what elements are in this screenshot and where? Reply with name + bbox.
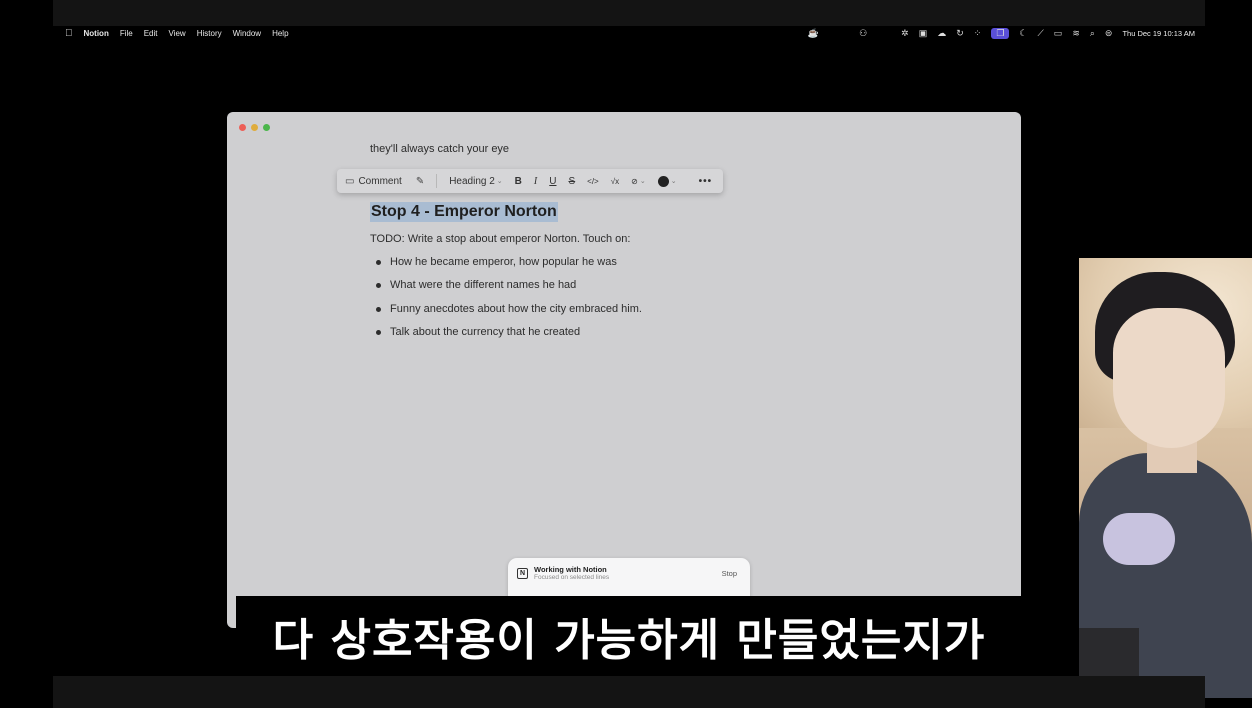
format-toolbar: ▭ Comment ✎ Heading 2 ⌄ B I U S </> √x ⊘…	[337, 169, 723, 193]
screen-share-icon[interactable]: ❐	[991, 28, 1010, 39]
webcam-overlay	[1079, 258, 1252, 698]
ai-edit-button[interactable]: ✎	[410, 176, 428, 187]
strikethrough-button[interactable]: S	[568, 176, 575, 187]
top-letterbox	[53, 0, 1205, 26]
link-icon[interactable]: ⊘	[631, 177, 638, 186]
comment-button[interactable]: ▭ Comment	[345, 176, 402, 187]
list-item[interactable]: How he became emperor, how popular he wa…	[375, 254, 642, 277]
list-item[interactable]: Talk about the currency that he created	[375, 324, 642, 347]
window-controls	[239, 124, 275, 131]
todo-paragraph[interactable]: TODO: Write a stop about emperor Norton.…	[370, 233, 630, 245]
video-caption: 다 상호작용이 가능하게 만들었는지가	[236, 596, 1022, 676]
menu-view[interactable]: View	[169, 29, 186, 38]
notion-logo-icon: N	[517, 568, 528, 579]
equation-button[interactable]: √x	[611, 177, 619, 186]
wifi-icon[interactable]: ≋	[1072, 28, 1080, 39]
menu-bar:  Notion File Edit View History Window H…	[53, 26, 1205, 41]
refresh-icon[interactable]: ↻	[956, 28, 964, 39]
cloud-icon[interactable]: ☁	[937, 28, 946, 39]
ai-panel-title: Working with Notion	[534, 565, 607, 574]
coffee-icon[interactable]: ☕	[808, 28, 819, 39]
chevron-down-icon: ⌄	[496, 178, 503, 185]
webcam-person-hands	[1103, 513, 1175, 565]
apple-icon[interactable]: 	[65, 28, 73, 39]
grid-icon[interactable]: ⁘	[974, 28, 982, 39]
webcam-person-face	[1113, 308, 1225, 448]
block-type-label: Heading 2	[449, 175, 495, 187]
menu-app-name[interactable]: Notion	[84, 29, 109, 38]
menu-edit[interactable]: Edit	[144, 29, 158, 38]
bullet-list: How he became emperor, how popular he wa…	[375, 254, 642, 347]
color-chevron-icon[interactable]: ⌄	[671, 177, 677, 185]
stop-button[interactable]: Stop	[722, 569, 737, 578]
control-center-icon[interactable]: ⊜	[1105, 28, 1113, 39]
comment-label: Comment	[358, 175, 402, 187]
italic-button[interactable]: I	[534, 176, 537, 187]
notion-icon[interactable]: ▣	[919, 28, 928, 39]
battery-icon[interactable]: ▭	[1054, 28, 1063, 39]
notion-window: they'll always catch your eye ▭ Comment …	[227, 112, 1021, 628]
search-icon[interactable]: ⌕	[1090, 28, 1095, 39]
previous-text-line[interactable]: they'll always catch your eye	[370, 143, 509, 155]
code-button[interactable]: </>	[587, 177, 599, 186]
close-button[interactable]	[239, 124, 246, 131]
ai-panel-subtitle: Focused on selected lines	[534, 574, 610, 581]
openai-icon[interactable]: ✲	[901, 28, 909, 39]
bottom-letterbox	[53, 676, 1205, 708]
minimize-button[interactable]	[251, 124, 258, 131]
comment-icon: ▭	[345, 175, 355, 187]
menu-history[interactable]: History	[197, 29, 222, 38]
more-options-button[interactable]: •••	[699, 176, 713, 187]
list-item[interactable]: Funny anecdotes about how the city embra…	[375, 301, 642, 324]
bold-button[interactable]: B	[515, 176, 522, 187]
glasses-icon[interactable]: ⚇	[859, 28, 867, 39]
menu-datetime[interactable]: Thu Dec 19 10:13 AM	[1122, 29, 1195, 38]
menu-help[interactable]: Help	[272, 29, 288, 38]
text-color-button[interactable]	[657, 175, 669, 187]
link-chevron-icon[interactable]: ⌄	[640, 177, 646, 185]
toolbar-divider	[436, 174, 438, 188]
slash-icon[interactable]: ⟋	[1037, 28, 1043, 39]
underline-button[interactable]: U	[549, 176, 556, 187]
menu-file[interactable]: File	[120, 29, 133, 38]
menu-window[interactable]: Window	[233, 29, 261, 38]
zoom-button[interactable]	[263, 124, 270, 131]
block-type-dropdown[interactable]: Heading 2 ⌄	[449, 176, 502, 187]
edit-icon: ✎	[415, 175, 425, 187]
list-item[interactable]: What were the different names he had	[375, 277, 642, 300]
moon-icon[interactable]: ☾	[1019, 28, 1027, 39]
heading-block[interactable]: Stop 4 - Emperor Norton	[370, 202, 558, 222]
